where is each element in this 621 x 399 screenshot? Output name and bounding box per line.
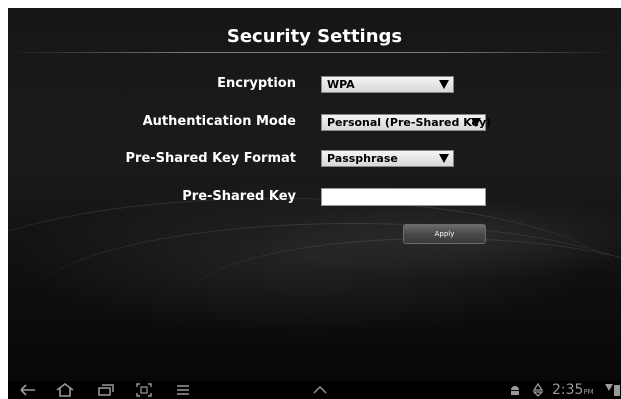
apply-button[interactable]: Apply [403, 224, 486, 244]
page-title: Security Settings [226, 26, 403, 47]
chevron-up-icon[interactable] [313, 386, 327, 394]
recycle-icon [532, 383, 544, 397]
tablet-screen: Security Settings Encryption WPA Authent… [8, 8, 621, 399]
psk-input[interactable] [321, 188, 486, 206]
clock-ampm: PM [583, 388, 594, 396]
system-bar: 2:35PM [8, 381, 621, 399]
authentication-mode-select[interactable]: Personal (Pre-Shared Key) [321, 114, 491, 131]
title-bar: Security Settings [8, 20, 621, 54]
dropdown-arrow-icon [439, 154, 449, 163]
clock-time: 2:35 [552, 382, 584, 398]
clock[interactable]: 2:35PM [552, 381, 594, 399]
psk-format-select-value: Passphrase [327, 152, 398, 165]
encryption-select-value: WPA [327, 78, 355, 91]
wallpaper [8, 8, 621, 381]
psk-format-select[interactable]: Passphrase [321, 150, 454, 167]
authentication-mode-select-value: Personal (Pre-Shared Key) [327, 116, 492, 129]
screenshot-icon[interactable] [136, 383, 152, 397]
psk-label: Pre-Shared Key [182, 189, 296, 204]
encryption-select[interactable]: WPA [321, 76, 454, 93]
psk-format-label: Pre-Shared Key Format [125, 151, 297, 166]
recent-apps-icon[interactable] [98, 384, 114, 396]
home-icon[interactable] [56, 383, 74, 397]
android-icon [511, 386, 519, 395]
authentication-mode-label: Authentication Mode [142, 114, 296, 129]
signal-icon [605, 384, 613, 391]
back-icon[interactable] [20, 384, 36, 396]
title-divider [8, 52, 621, 53]
battery-icon [614, 385, 620, 396]
encryption-label: Encryption [217, 76, 296, 91]
dropdown-arrow-icon [471, 118, 481, 127]
dropdown-arrow-icon [439, 80, 449, 89]
menu-icon[interactable] [176, 384, 190, 396]
